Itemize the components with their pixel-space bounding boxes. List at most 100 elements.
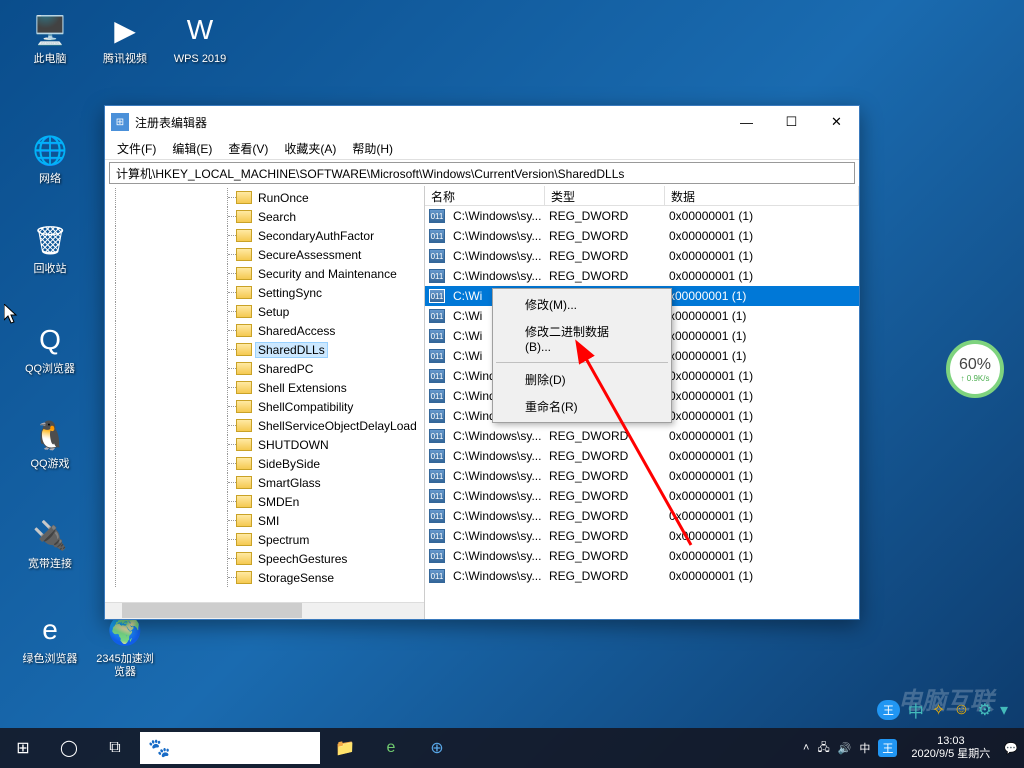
taskbar-app-explorer[interactable]: 📁 (322, 728, 368, 768)
ime-opt-1[interactable]: 中 (908, 698, 924, 722)
tree-item[interactable]: SettingSync (107, 283, 424, 302)
cell-type: REG_DWORD (543, 448, 663, 464)
value-row[interactable]: 011C:\Windows\sy...REG_DWORD0x00000001 (… (425, 486, 859, 506)
tree-item[interactable]: Search (107, 207, 424, 226)
ctx-delete[interactable]: 删除(D) (495, 366, 669, 393)
tree-item[interactable]: RunOnce (107, 188, 424, 207)
value-row[interactable]: 011C:\Windows\sy...REG_DWORD0x00000001 (… (425, 466, 859, 486)
value-row[interactable]: 011C:\Windows\sy...REG_DWORD0x00000001 (… (425, 566, 859, 586)
cell-type: REG_DWORD (543, 468, 663, 484)
tree-label: Security and Maintenance (256, 267, 399, 281)
taskbar-app-store[interactable]: ⊕ (414, 728, 460, 768)
tree-item[interactable]: SMDEn (107, 492, 424, 511)
maximize-button[interactable]: ☐ (769, 107, 814, 137)
regedit-icon: ⊞ (111, 113, 129, 131)
value-row[interactable]: 011C:\Windows\sy...REG_DWORD0x00000001 (… (425, 506, 859, 526)
desktop-icon-2345加速浏览器[interactable]: 🌍2345加速浏览器 (95, 610, 155, 679)
ctx-rename[interactable]: 重命名(R) (495, 393, 669, 420)
ime-opt-4[interactable]: ⚙ (978, 700, 992, 720)
desktop-icon-WPS 2019[interactable]: WWPS 2019 (170, 10, 230, 66)
tree-item[interactable]: SHUTDOWN (107, 435, 424, 454)
ctx-modify-binary[interactable]: 修改二进制数据(B)... (495, 318, 669, 359)
close-button[interactable]: ✕ (814, 107, 859, 137)
tree-item[interactable]: Security and Maintenance (107, 264, 424, 283)
value-row[interactable]: 011C:\Windows\sy...REG_DWORD0x00000001 (… (425, 426, 859, 446)
taskbar: ⊞ ◯ ⧉ 🐾 📁 e ⊕ ˄ 🖧 🔊 中 王 13:03 2020/9/5 星… (0, 728, 1024, 768)
menu-view[interactable]: 查看(V) (220, 138, 276, 159)
desktop-icon-回收站[interactable]: 🗑回收站 (20, 220, 80, 276)
desktop-icon-QQ游戏[interactable]: 🐧QQ游戏 (20, 415, 80, 471)
start-button[interactable]: ⊞ (0, 728, 46, 768)
dword-icon: 011 (429, 489, 445, 503)
ime-opt-2[interactable]: ✧ (932, 700, 945, 720)
ime-tray[interactable]: 王 中 ✧ ☺ ⚙ ▾ (877, 698, 1008, 722)
address-text: 计算机\HKEY_LOCAL_MACHINE\SOFTWARE\Microsof… (116, 165, 624, 182)
tray-volume-icon[interactable]: 🔊 (838, 742, 852, 755)
tree-item[interactable]: SMI (107, 511, 424, 530)
tree-item[interactable]: SharedAccess (107, 321, 424, 340)
col-data[interactable]: 数据 (665, 186, 859, 205)
menu-file[interactable]: 文件(F) (109, 138, 164, 159)
taskview-button[interactable]: ⧉ (92, 728, 138, 768)
tree-item[interactable]: SpeechGestures (107, 549, 424, 568)
ime-wang-icon[interactable]: 王 (877, 700, 900, 720)
cell-type: REG_DWORD (543, 488, 663, 504)
folder-icon (236, 343, 252, 356)
address-bar[interactable]: 计算机\HKEY_LOCAL_MACHINE\SOFTWARE\Microsof… (109, 162, 855, 184)
desktop-icon-网络[interactable]: 🌐网络 (20, 130, 80, 186)
tree-item[interactable]: SmartGlass (107, 473, 424, 492)
taskbar-clock[interactable]: 13:03 2020/9/5 星期六 (905, 735, 996, 761)
folder-icon (236, 400, 252, 413)
desktop-icon-宽带连接[interactable]: 🔌宽带连接 (20, 515, 80, 571)
list-body[interactable]: 011C:\Windows\sy...REG_DWORD0x00000001 (… (425, 206, 859, 619)
tree-item[interactable]: SideBySide (107, 454, 424, 473)
tree-item[interactable]: StorageSense (107, 568, 424, 587)
taskbar-app-browser[interactable]: e (368, 728, 414, 768)
ime-opt-3[interactable]: ☺ (953, 701, 969, 719)
tree-scroll-thumb[interactable] (122, 603, 302, 618)
tree-pane[interactable]: RunOnceSearchSecondaryAuthFactorSecureAs… (105, 186, 425, 619)
titlebar[interactable]: ⊞ 注册表编辑器 — ☐ ✕ (105, 106, 859, 138)
tree-item[interactable]: ShellServiceObjectDelayLoad (107, 416, 424, 435)
value-row[interactable]: 011C:\Windows\sy...REG_DWORD0x00000001 (… (425, 546, 859, 566)
network-speed-widget[interactable]: 60% ↑ 0.9K/s (946, 340, 1004, 398)
tray-wang-icon[interactable]: 王 (878, 739, 897, 757)
notifications-button[interactable]: 💬 (1004, 742, 1018, 755)
menu-help[interactable]: 帮助(H) (344, 138, 401, 159)
minimize-button[interactable]: — (724, 107, 769, 137)
tree-item[interactable]: Setup (107, 302, 424, 321)
menu-edit[interactable]: 编辑(E) (164, 138, 220, 159)
dword-icon: 011 (429, 249, 445, 263)
col-name[interactable]: 名称 (425, 186, 545, 205)
desktop-icon-QQ浏览器[interactable]: QQQ浏览器 (20, 320, 80, 376)
ime-opt-5[interactable]: ▾ (1000, 700, 1008, 720)
folder-icon (236, 324, 252, 337)
menu-favorites[interactable]: 收藏夹(A) (276, 138, 344, 159)
tree-item[interactable]: SecureAssessment (107, 245, 424, 264)
value-row[interactable]: 011C:\Windows\sy...REG_DWORD0x00000001 (… (425, 246, 859, 266)
value-row[interactable]: 011C:\Windows\sy...REG_DWORD0x00000001 (… (425, 266, 859, 286)
tree-item[interactable]: Shell Extensions (107, 378, 424, 397)
tray-chevron-icon[interactable]: ˄ (803, 742, 809, 754)
tree-item[interactable]: Spectrum (107, 530, 424, 549)
value-row[interactable]: 011C:\Windows\sy...REG_DWORD0x00000001 (… (425, 226, 859, 246)
tree-item[interactable]: SecondaryAuthFactor (107, 226, 424, 245)
dword-icon: 011 (429, 329, 445, 343)
dword-icon: 011 (429, 389, 445, 403)
value-row[interactable]: 011C:\Windows\sy...REG_DWORD0x00000001 (… (425, 446, 859, 466)
taskbar-search[interactable]: 🐾 (140, 732, 320, 764)
tray-ime-icon[interactable]: 中 (859, 740, 870, 756)
desktop-icon-腾讯视频[interactable]: ▶腾讯视频 (95, 10, 155, 66)
folder-icon (236, 533, 252, 546)
value-row[interactable]: 011C:\Windows\sy...REG_DWORD0x00000001 (… (425, 206, 859, 226)
tree-item[interactable]: SharedDLLs (107, 340, 424, 359)
col-type[interactable]: 类型 (545, 186, 665, 205)
desktop-icon-此电脑[interactable]: 🖥️此电脑 (20, 10, 80, 66)
tree-item[interactable]: SharedPC (107, 359, 424, 378)
value-row[interactable]: 011C:\Windows\sy...REG_DWORD0x00000001 (… (425, 526, 859, 546)
cortana-button[interactable]: ◯ (46, 728, 92, 768)
tray-network-icon[interactable]: 🖧 (817, 739, 829, 758)
ctx-modify[interactable]: 修改(M)... (495, 291, 669, 318)
tree-item[interactable]: ShellCompatibility (107, 397, 424, 416)
desktop-icon-绿色浏览器[interactable]: e绿色浏览器 (20, 610, 80, 666)
